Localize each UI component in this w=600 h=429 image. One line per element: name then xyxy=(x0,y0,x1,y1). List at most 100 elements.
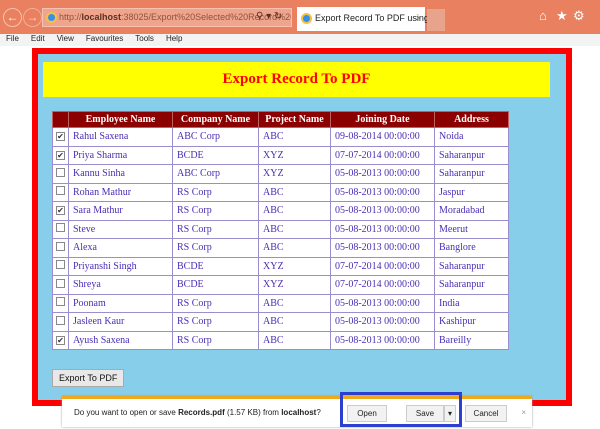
cancel-button[interactable]: Cancel xyxy=(465,405,507,422)
table-row: Alexa RS Corp ABC 05-08-2013 00:00:00 Banglo… xyxy=(52,238,509,258)
favorites-star-icon[interactable]: ★ xyxy=(556,8,568,24)
cell-name: Jasleen Kaur xyxy=(68,312,173,332)
cell-address: Saharanpur xyxy=(434,145,509,165)
table-row: ✔ Sara Mathur RS Corp ABC 05-08-2013 00:00:0… xyxy=(52,201,509,221)
cell-date: 07-07-2014 00:00:00 xyxy=(330,275,435,295)
cell-address: Kashipur xyxy=(434,312,509,332)
cell-name: Priya Sharma xyxy=(68,145,173,165)
table-row: Rohan Mathur RS Corp ABC 05-08-2013 00:00:0… xyxy=(52,182,509,202)
cell-name: Rahul Saxena xyxy=(68,127,173,147)
ie-icon xyxy=(301,13,312,24)
column-header: Joining Date xyxy=(330,111,435,128)
row-checkbox[interactable] xyxy=(56,315,65,325)
file-name: Records.pdf xyxy=(178,408,225,417)
home-icon[interactable]: ⌂ xyxy=(539,8,547,23)
cell-company: RS Corp xyxy=(172,182,259,202)
row-select-cell: ✔ xyxy=(52,145,69,165)
url-prefix: http:// xyxy=(59,12,82,22)
cell-project: XYZ xyxy=(258,145,331,165)
cell-date: 05-08-2013 00:00:00 xyxy=(330,164,435,184)
cell-date: 05-08-2013 00:00:00 xyxy=(330,293,435,313)
row-select-cell xyxy=(52,219,69,239)
table-row: ✔ Ayush Saxena RS Corp ABC 05-08-2013 00:00:… xyxy=(52,330,509,350)
row-checkbox[interactable] xyxy=(56,297,65,307)
cell-name: Alexa xyxy=(68,238,173,258)
cell-company: ABC Corp xyxy=(172,164,259,184)
back-button[interactable]: ← xyxy=(3,8,22,27)
close-tab-icon[interactable]: × xyxy=(416,7,421,29)
cell-address: Moradabad xyxy=(434,201,509,221)
menu-bar: File Edit View Favourites Tools Help xyxy=(0,34,600,46)
cell-date: 05-08-2013 00:00:00 xyxy=(330,238,435,258)
row-select-cell: ✔ xyxy=(52,201,69,221)
menu-tools[interactable]: Tools xyxy=(135,34,154,43)
cell-name: Kannu Sinha xyxy=(68,164,173,184)
cell-project: ABC xyxy=(258,182,331,202)
cell-address: Saharanpur xyxy=(434,275,509,295)
row-select-cell: ✔ xyxy=(52,127,69,147)
row-checkbox[interactable]: ✔ xyxy=(56,335,65,345)
row-checkbox[interactable] xyxy=(56,167,65,177)
menu-file[interactable]: File xyxy=(6,34,19,43)
row-checkbox[interactable] xyxy=(56,223,65,233)
cell-date: 05-08-2013 00:00:00 xyxy=(330,201,435,221)
cell-date: 09-08-2014 00:00:00 xyxy=(330,127,435,147)
cell-address: Banglore xyxy=(434,238,509,258)
cell-address: Bareilly xyxy=(434,330,509,350)
cell-name: Sara Mathur xyxy=(68,201,173,221)
row-checkbox[interactable] xyxy=(56,278,65,288)
search-icon[interactable]: ⚲ ▾ ↻ xyxy=(256,11,282,22)
table-row: ✔ Rahul Saxena ABC Corp ABC 09-08-2014 00:00… xyxy=(52,127,509,147)
cell-address: Meerut xyxy=(434,219,509,239)
forward-button[interactable]: → xyxy=(23,8,42,27)
row-checkbox[interactable] xyxy=(56,241,65,251)
row-checkbox[interactable]: ✔ xyxy=(56,132,65,142)
column-header: Address xyxy=(434,111,509,128)
file-host: localhost xyxy=(281,408,317,417)
cell-date: 07-07-2014 00:00:00 xyxy=(330,256,435,276)
tab-export-record[interactable]: Export Record To PDF using... × xyxy=(297,7,436,31)
browser-titlebar: ← → http://localhost:38025/Export%20Sele… xyxy=(0,0,600,34)
gear-icon[interactable]: ⚙ xyxy=(573,8,585,24)
export-to-pdf-button[interactable]: Export To PDF xyxy=(52,369,125,387)
table-row: Kannu Sinha ABC Corp XYZ 05-08-2013 00:00:0… xyxy=(52,164,509,184)
download-message: Do you want to open or save Records.pdf … xyxy=(74,408,321,417)
cell-project: ABC xyxy=(258,127,331,147)
cell-project: XYZ xyxy=(258,275,331,295)
menu-edit[interactable]: Edit xyxy=(31,34,45,43)
cell-address: India xyxy=(434,293,509,313)
row-checkbox[interactable] xyxy=(56,186,65,196)
row-select-cell: ✔ xyxy=(52,330,69,350)
cell-date: 05-08-2013 00:00:00 xyxy=(330,312,435,332)
cell-project: ABC xyxy=(258,238,331,258)
cell-project: ABC xyxy=(258,219,331,239)
menu-view[interactable]: View xyxy=(57,34,74,43)
cell-date: 05-08-2013 00:00:00 xyxy=(330,182,435,202)
row-checkbox[interactable] xyxy=(56,260,65,270)
table-row: Steve RS Corp ABC 05-08-2013 00:00:00 Meerut xyxy=(52,219,509,239)
row-checkbox[interactable]: ✔ xyxy=(56,206,65,216)
cell-project: ABC xyxy=(258,330,331,350)
row-select-cell xyxy=(52,238,69,258)
menu-favourites[interactable]: Favourites xyxy=(86,34,123,43)
table-row: Shreya BCDE XYZ 07-07-2014 00:00:00 Saharanp… xyxy=(52,275,509,295)
address-bar[interactable]: http://localhost:38025/Export%20Selected… xyxy=(42,8,292,27)
table-row: ✔ Priya Sharma BCDE XYZ 07-07-2014 00:00:00 S… xyxy=(52,145,509,165)
row-select-cell xyxy=(52,182,69,202)
cell-address: Saharanpur xyxy=(434,164,509,184)
cell-project: XYZ xyxy=(258,256,331,276)
row-select-cell xyxy=(52,256,69,276)
close-icon[interactable]: × xyxy=(521,408,526,417)
cell-company: BCDE xyxy=(172,145,259,165)
cell-name: Rohan Mathur xyxy=(68,182,173,202)
cell-company: RS Corp xyxy=(172,330,259,350)
cell-company: ABC Corp xyxy=(172,127,259,147)
msg-suffix: ? xyxy=(316,408,321,417)
new-tab-button[interactable] xyxy=(427,9,445,31)
ie-icon xyxy=(46,12,57,23)
cell-name: Priyanshi Singh xyxy=(68,256,173,276)
menu-help[interactable]: Help xyxy=(166,34,182,43)
employee-table: Employee Name Company Name Project Name … xyxy=(52,111,509,350)
table-row: Poonam RS Corp ABC 05-08-2013 00:00:00 India xyxy=(52,293,509,313)
row-checkbox[interactable]: ✔ xyxy=(56,150,65,160)
